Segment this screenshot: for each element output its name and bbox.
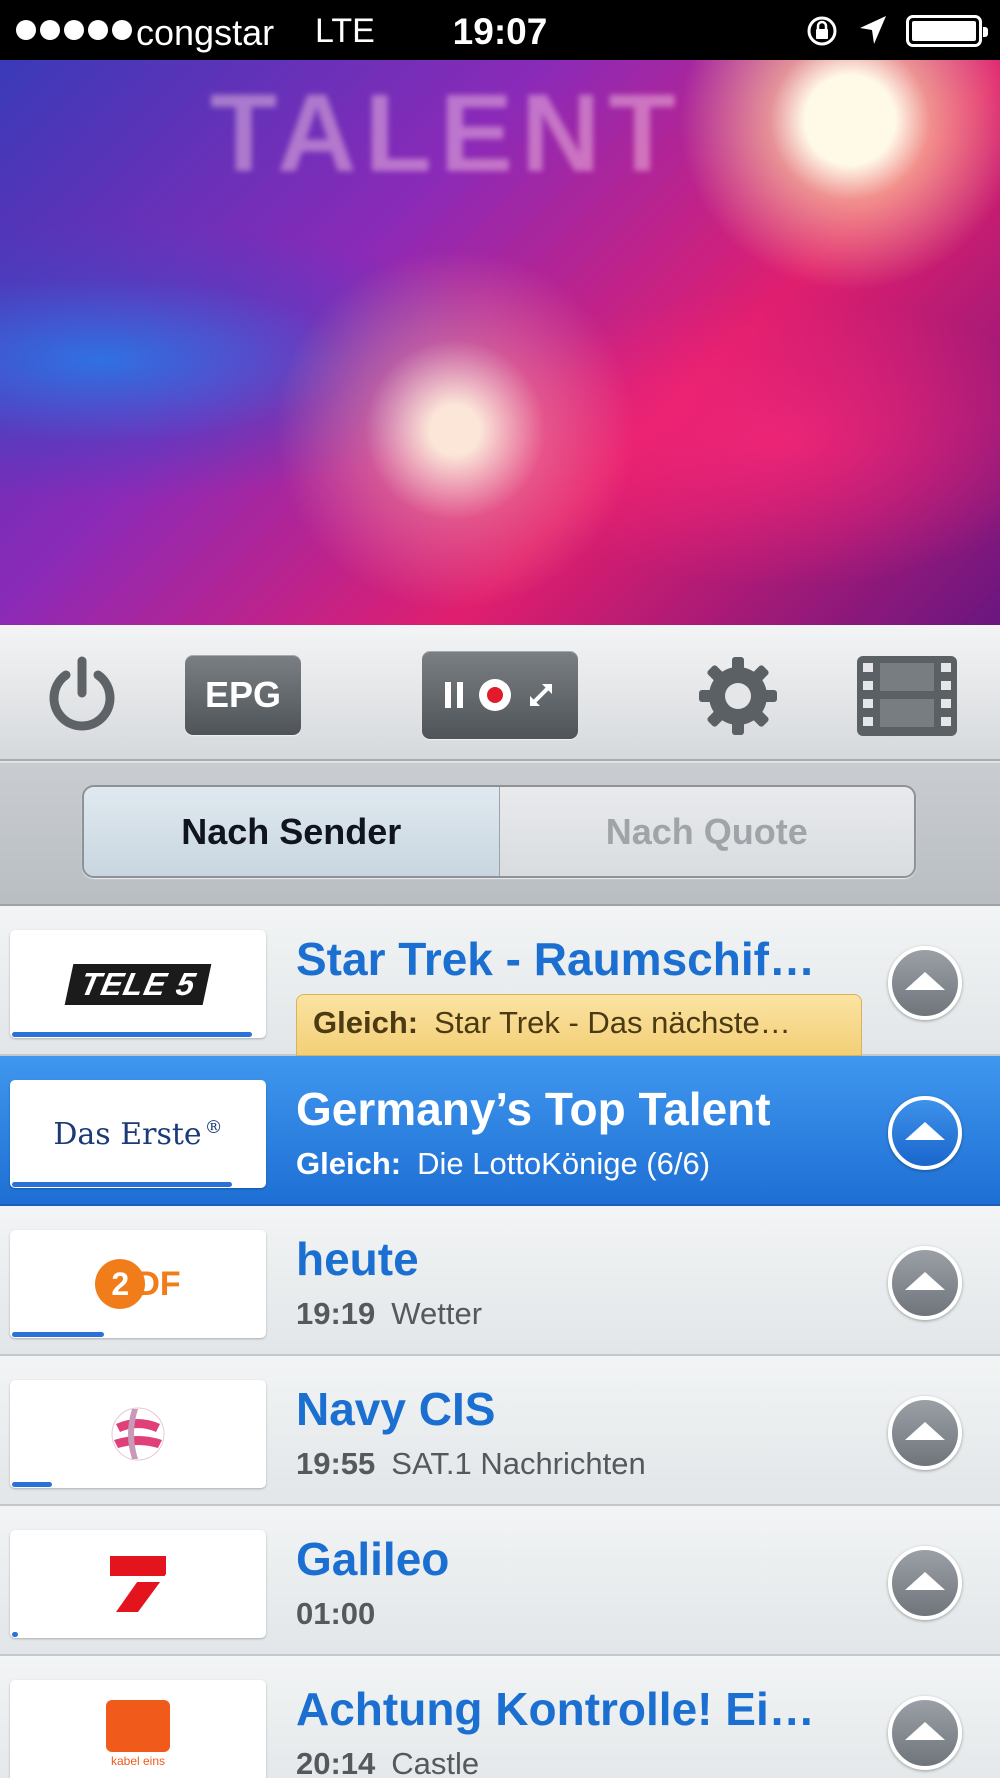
next-program-title: Star Trek - Das nächste…	[434, 1005, 791, 1040]
player-toolbar: EPG	[0, 625, 1000, 761]
pause-icon	[445, 682, 463, 708]
media-library-button[interactable]	[856, 655, 958, 737]
next-program-title: Castle	[391, 1746, 480, 1778]
film-strip-icon	[857, 656, 957, 736]
channel-row[interactable]: 2 DF heute 19:19 Wetter	[0, 1206, 1000, 1356]
next-label: Gleich:	[313, 1005, 419, 1040]
record-icon	[479, 679, 511, 711]
next-program-badge: Gleich: Star Trek - Das nächste…	[296, 994, 862, 1056]
battery-icon	[906, 15, 988, 47]
program-progress-bar	[12, 1482, 52, 1487]
rotation-lock-icon	[807, 16, 837, 46]
epg-button[interactable]: EPG	[185, 655, 301, 735]
next-program-title: Die LottoKönige (6/6)	[417, 1146, 711, 1181]
program-title: Star Trek - Raumschif…	[296, 933, 815, 985]
next-label: Gleich:	[296, 1146, 402, 1181]
chevron-up-icon	[905, 1572, 945, 1590]
live-tv-video[interactable]: TALENT	[0, 60, 1000, 625]
power-icon	[49, 656, 115, 731]
kabel-eins-logo-icon	[106, 1700, 170, 1752]
program-title: heute	[296, 1233, 419, 1285]
sort-by-rating-tab[interactable]: Nach Quote	[499, 787, 914, 876]
channel-row[interactable]: Navy CIS 19:55 SAT.1 Nachrichten	[0, 1356, 1000, 1506]
channel-row[interactable]: kabel eins Achtung Kontrolle! Ei… 20:14 C…	[0, 1656, 1000, 1778]
expand-button[interactable]	[888, 1246, 962, 1320]
das-erste-logo-text: Das Erste	[53, 1116, 202, 1152]
kabel-eins-logo-text: kabel eins	[110, 1754, 166, 1768]
chevron-up-icon	[905, 1422, 945, 1440]
next-program-line: 01:00	[296, 1596, 391, 1632]
channel-logo-prosieben	[10, 1530, 266, 1638]
next-time: 01:00	[296, 1596, 376, 1631]
program-progress-bar	[12, 1032, 252, 1037]
channel-logo-zdf: 2 DF	[10, 1230, 266, 1338]
fullscreen-icon	[530, 684, 552, 706]
program-title: Achtung Kontrolle! Ei…	[296, 1683, 815, 1735]
next-program-line: Gleich: Die LottoKönige (6/6)	[296, 1146, 710, 1182]
expand-button[interactable]	[888, 946, 962, 1020]
chevron-up-icon	[905, 1272, 945, 1290]
program-progress-bar	[12, 1332, 104, 1337]
sort-segmented-control: Nach Sender Nach Quote	[82, 785, 916, 878]
tele5-logo-text: TELE 5	[64, 963, 212, 1005]
chevron-up-icon	[905, 972, 945, 990]
channel-logo-tele5: TELE 5	[10, 930, 266, 1038]
program-title: Galileo	[296, 1533, 450, 1585]
power-button[interactable]	[42, 655, 122, 735]
expand-button[interactable]	[888, 1396, 962, 1470]
chevron-up-icon	[905, 1122, 945, 1140]
expand-button[interactable]	[888, 1096, 962, 1170]
program-title: Navy CIS	[296, 1383, 496, 1435]
zdf-logo-icon: 2 DF	[95, 1259, 181, 1309]
channel-logo-sat1	[10, 1380, 266, 1488]
channel-logo-das-erste: Das Erste ®	[10, 1080, 266, 1188]
channel-row-selected[interactable]: Das Erste ® Germany’s Top Talent Gleich: D…	[0, 1056, 1000, 1206]
location-icon	[860, 16, 886, 44]
next-time: 20:14	[296, 1746, 376, 1778]
next-program-line: 19:19 Wetter	[296, 1296, 482, 1332]
status-bar: congstar LTE 19:07	[0, 0, 1000, 60]
next-program-line: 20:14 Castle	[296, 1746, 479, 1778]
program-title: Germany’s Top Talent	[296, 1083, 771, 1135]
next-time: 19:55	[296, 1446, 376, 1481]
next-time: 19:19	[296, 1296, 376, 1331]
timeshift-record-button[interactable]	[422, 651, 578, 739]
program-progress-bar	[12, 1182, 232, 1187]
program-progress-bar	[12, 1632, 18, 1637]
gear-icon	[699, 657, 777, 735]
status-time: 19:07	[452, 11, 548, 52]
next-program-line: 19:55 SAT.1 Nachrichten	[296, 1446, 646, 1482]
sort-bar: Nach Sender Nach Quote	[0, 763, 1000, 906]
das-erste-emblem-icon: ®	[204, 1116, 223, 1138]
channel-row[interactable]: Galileo 01:00	[0, 1506, 1000, 1656]
next-program-title: SAT.1 Nachrichten	[391, 1446, 646, 1481]
chevron-up-icon	[905, 1722, 945, 1740]
channel-list: TELE 5 Star Trek - Raumschif… Gleich: Sta…	[0, 906, 1000, 1778]
settings-button[interactable]	[697, 655, 779, 737]
prosieben-logo-icon	[110, 1556, 166, 1612]
expand-button[interactable]	[888, 1696, 962, 1770]
video-background-sign: TALENT	[210, 72, 684, 195]
sat1-ball-icon	[111, 1407, 165, 1461]
channel-row[interactable]: TELE 5 Star Trek - Raumschif… Gleich: Sta…	[0, 906, 1000, 1056]
expand-button[interactable]	[888, 1546, 962, 1620]
next-program-title: Wetter	[391, 1296, 483, 1331]
sort-by-channel-tab[interactable]: Nach Sender	[84, 787, 500, 876]
channel-logo-kabel-eins: kabel eins	[10, 1680, 266, 1778]
